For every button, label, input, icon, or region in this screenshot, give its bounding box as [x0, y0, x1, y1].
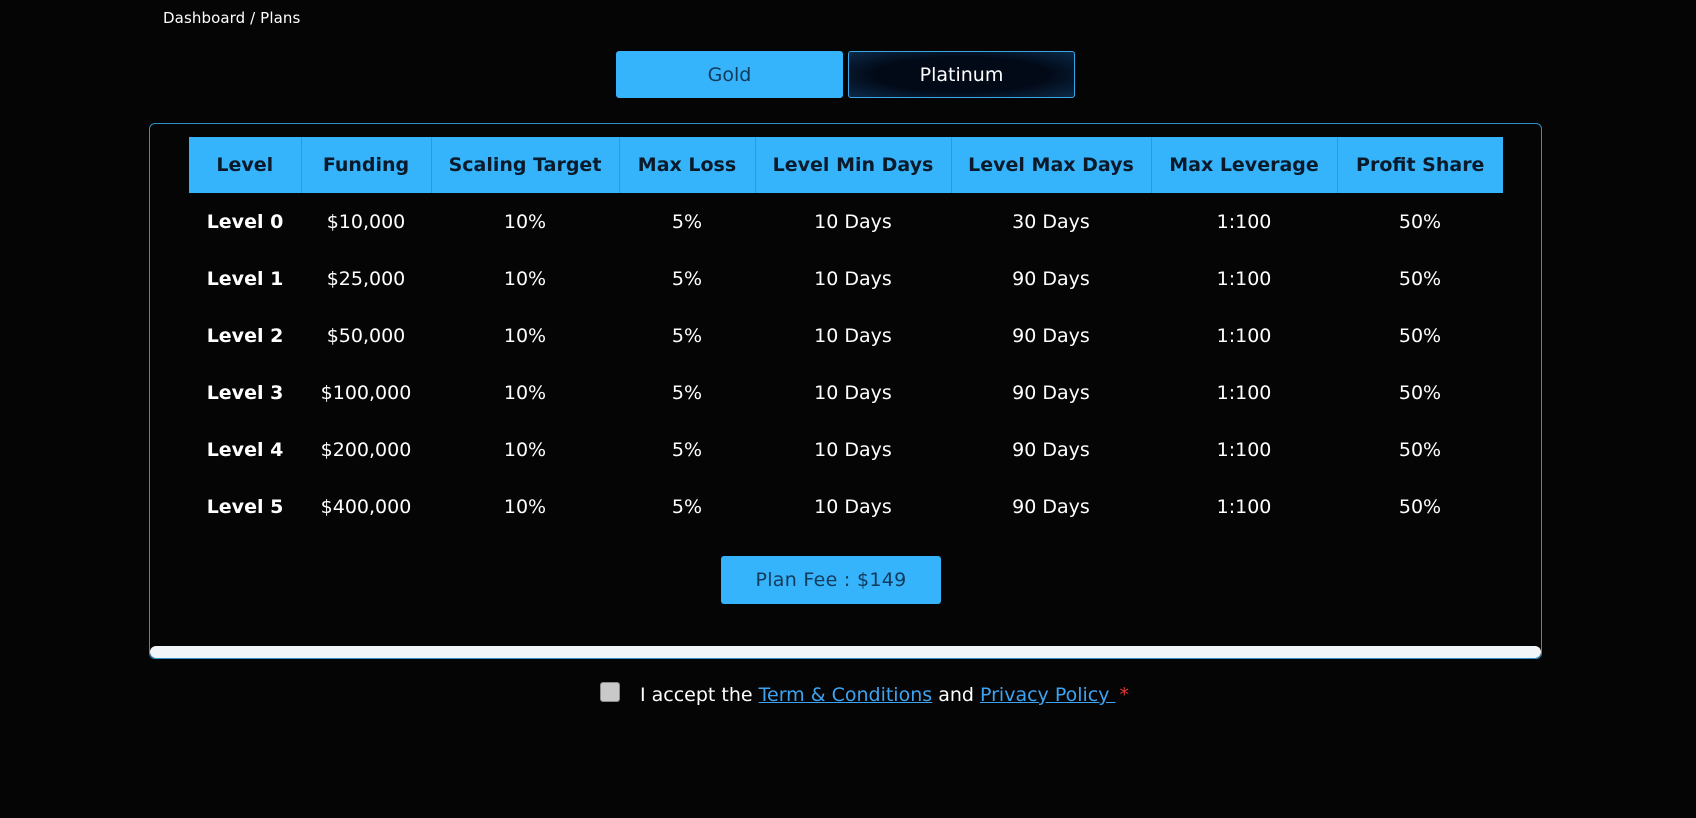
header-level-min-days: Level Min Days: [755, 137, 952, 193]
plans-page: Dashboard / Plans Gold Platinum Level Fu…: [0, 0, 1696, 818]
header-level: Level: [189, 137, 302, 193]
max-loss-cell: 5%: [671, 267, 703, 290]
level-cell: Level 1: [206, 267, 284, 290]
header-max-leverage: Max Leverage: [1151, 137, 1338, 193]
max-days-cell: 90 Days: [1012, 324, 1090, 347]
level-cell: Level 0: [206, 210, 284, 233]
scaling-target-cell: 10%: [503, 495, 547, 518]
header-scaling-target: Scaling Target: [431, 137, 620, 193]
funding-cell: $10,000: [326, 210, 406, 233]
plan-fee-button[interactable]: Plan Fee : $149: [721, 556, 941, 604]
max-days-cell: 30 Days: [1012, 210, 1090, 233]
max-leverage-cell: 1:100: [1216, 495, 1272, 518]
scaling-target-cell: 10%: [503, 210, 547, 233]
header-profit-share: Profit Share: [1337, 137, 1503, 193]
breadcrumb: Dashboard / Plans: [163, 9, 301, 27]
header-level-max-days: Level Max Days: [951, 137, 1152, 193]
tab-platinum[interactable]: Platinum: [848, 51, 1075, 98]
header-max-loss: Max Loss: [619, 137, 756, 193]
max-leverage-cell: 1:100: [1216, 324, 1272, 347]
min-days-cell: 10 Days: [814, 381, 892, 404]
funding-cell: $25,000: [326, 267, 406, 290]
scaling-target-cell: 10%: [503, 438, 547, 461]
max-loss-cell: 5%: [671, 324, 703, 347]
level-cell: Level 2: [206, 324, 284, 347]
funding-cell: $200,000: [320, 438, 412, 461]
level-cell: Level 3: [206, 381, 284, 404]
header-funding: Funding: [301, 137, 432, 193]
profit-share-cell: 50%: [1398, 438, 1442, 461]
profit-share-cell: 50%: [1398, 267, 1442, 290]
table-row: Level 3 $100,000 10% 5% 10 Days 90 Days …: [189, 364, 1503, 421]
profit-share-cell: 50%: [1398, 381, 1442, 404]
funding-cell: $100,000: [320, 381, 412, 404]
scaling-target-cell: 10%: [503, 381, 547, 404]
table-row: Level 4 $200,000 10% 5% 10 Days 90 Days …: [189, 421, 1503, 478]
funding-cell: $50,000: [326, 324, 406, 347]
accept-terms-row: I accept the Term & Conditions and Priva…: [600, 682, 1130, 706]
accept-middle-text: and: [932, 684, 980, 706]
max-days-cell: 90 Days: [1012, 381, 1090, 404]
profit-share-cell: 50%: [1398, 324, 1442, 347]
table-row: Level 1 $25,000 10% 5% 10 Days 90 Days 1…: [189, 250, 1503, 307]
plan-details-card: Level Funding Scaling Target Max Loss Le…: [149, 123, 1542, 659]
accept-terms-checkbox[interactable]: [600, 682, 620, 702]
privacy-policy-link[interactable]: Privacy Policy: [980, 684, 1116, 706]
max-days-cell: 90 Days: [1012, 438, 1090, 461]
max-loss-cell: 5%: [671, 495, 703, 518]
min-days-cell: 10 Days: [814, 267, 892, 290]
scaling-target-cell: 10%: [503, 267, 547, 290]
level-cell: Level 4: [206, 438, 284, 461]
table-row: Level 5 $400,000 10% 5% 10 Days 90 Days …: [189, 478, 1503, 535]
accept-prefix-text: I accept the: [640, 684, 759, 706]
horizontal-scrollbar[interactable]: [150, 646, 1541, 658]
required-asterisk: *: [1119, 684, 1130, 706]
scaling-target-cell: 10%: [503, 324, 547, 347]
funding-cell: $400,000: [320, 495, 412, 518]
profit-share-cell: 50%: [1398, 210, 1442, 233]
level-cell: Level 5: [206, 495, 284, 518]
max-leverage-cell: 1:100: [1216, 267, 1272, 290]
max-loss-cell: 5%: [671, 381, 703, 404]
max-days-cell: 90 Days: [1012, 495, 1090, 518]
table-row: Level 0 $10,000 10% 5% 10 Days 30 Days 1…: [189, 193, 1503, 250]
profit-share-cell: 50%: [1398, 495, 1442, 518]
max-leverage-cell: 1:100: [1216, 381, 1272, 404]
table-row: Level 2 $50,000 10% 5% 10 Days 90 Days 1…: [189, 307, 1503, 364]
max-loss-cell: 5%: [671, 438, 703, 461]
min-days-cell: 10 Days: [814, 210, 892, 233]
plan-tabs: Gold Platinum: [616, 51, 1075, 98]
min-days-cell: 10 Days: [814, 495, 892, 518]
max-leverage-cell: 1:100: [1216, 438, 1272, 461]
max-loss-cell: 5%: [671, 210, 703, 233]
min-days-cell: 10 Days: [814, 324, 892, 347]
max-leverage-cell: 1:100: [1216, 210, 1272, 233]
table-header-row: Level Funding Scaling Target Max Loss Le…: [189, 137, 1503, 193]
max-days-cell: 90 Days: [1012, 267, 1090, 290]
plan-levels-table: Level Funding Scaling Target Max Loss Le…: [189, 137, 1503, 535]
terms-conditions-link[interactable]: Term & Conditions: [759, 684, 933, 706]
min-days-cell: 10 Days: [814, 438, 892, 461]
tab-gold[interactable]: Gold: [616, 51, 843, 98]
